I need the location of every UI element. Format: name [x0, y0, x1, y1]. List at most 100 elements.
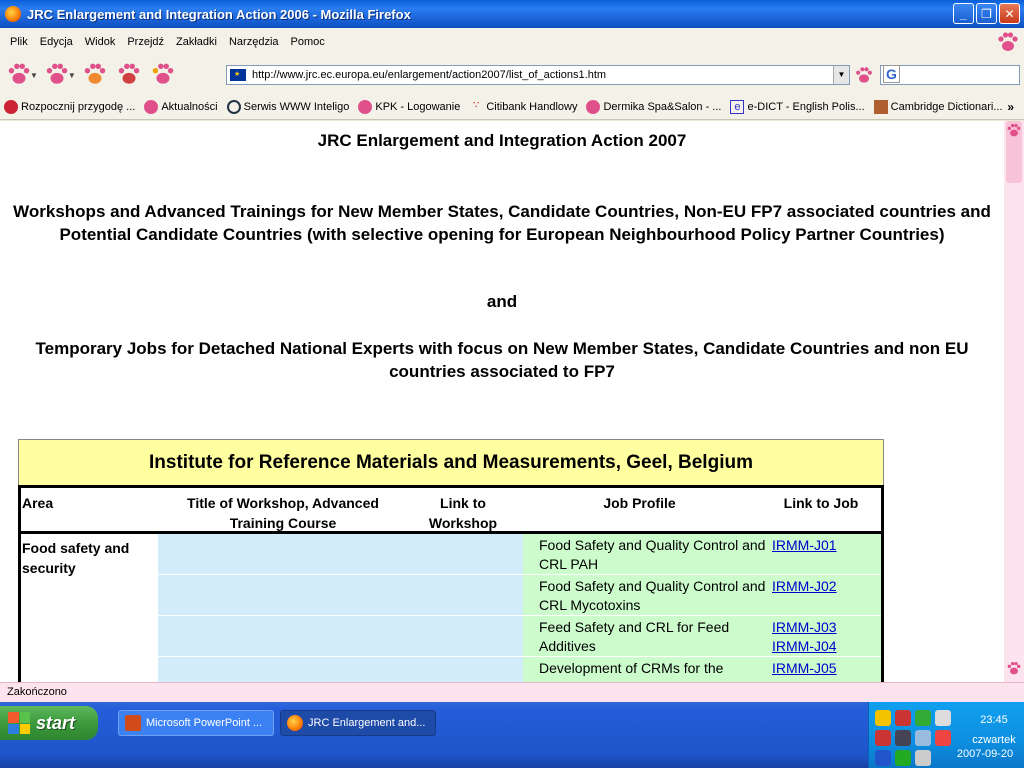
job-link-cell: IRMM-J02 — [766, 575, 881, 616]
bookmark-dots-icon: ∵ — [473, 99, 480, 111]
window-title-bar: JRC Enlargement and Integration Action 2… — [0, 0, 1024, 28]
start-button[interactable]: start — [0, 706, 98, 740]
stop-paw-icon — [118, 63, 140, 84]
area-cell: Food safety and security — [22, 540, 130, 576]
forward-dropdown-icon[interactable]: ▼ — [68, 71, 76, 80]
area-spacer — [21, 657, 158, 682]
bookmark-item[interactable]: Dermika Spa&Salon - ... — [586, 99, 722, 114]
start-label: start — [36, 712, 76, 733]
job-link-cell: IRMM-J05 — [766, 657, 881, 682]
reload-paw-icon — [84, 63, 106, 84]
taskbar: start Microsoft PowerPoint ... JRC Enlar… — [0, 702, 1024, 768]
bookmark-item[interactable]: Serwis WWW Inteligo — [226, 99, 349, 114]
job-link[interactable]: IRMM-J05 — [772, 659, 881, 678]
menu-help[interactable]: Pomoc — [285, 36, 331, 48]
job-profile-cell: Development of CRMs for the — [523, 657, 766, 682]
close-button[interactable]: ✕ — [999, 3, 1020, 24]
clock-time: 23:45 — [980, 714, 1008, 726]
taskbar-item-firefox[interactable]: JRC Enlargement and... — [280, 710, 436, 736]
job-link[interactable]: IRMM-J04 — [772, 637, 881, 656]
bookmark-item[interactable]: Aktualności — [144, 99, 218, 114]
google-icon: G — [883, 65, 900, 83]
search-input[interactable]: G — [880, 65, 1020, 85]
bookmark-label: Dermika Spa&Salon - ... — [603, 100, 722, 113]
menu-view[interactable]: Widok — [79, 36, 122, 48]
tray-display-icon[interactable] — [915, 730, 931, 746]
bookmark-item[interactable]: ∵ Citibank Handlowy — [469, 100, 577, 114]
workshop-cell — [158, 616, 523, 657]
bookmark-item[interactable]: e e-DICT - English Polis... — [730, 99, 865, 114]
bookmark-crest-icon — [873, 99, 888, 114]
bookmark-item[interactable]: Cambridge Dictionari... — [873, 99, 1003, 114]
job-link-cell: IRMM-J01 — [766, 534, 881, 575]
task-label: JRC Enlargement and... — [308, 717, 426, 729]
workshop-cell — [158, 575, 523, 616]
actions-grid: Area Title of Workshop, Advanced Trainin… — [18, 485, 884, 682]
institute-table: Institute for Reference Materials and Me… — [18, 439, 884, 682]
clock[interactable]: 23:45 czwartek — [969, 712, 1019, 749]
tray-volume-icon[interactable] — [935, 730, 951, 746]
go-button[interactable] — [854, 66, 874, 86]
bookmark-label: Aktualności — [161, 100, 218, 113]
job-link[interactable]: IRMM-J02 — [772, 577, 881, 596]
bookmark-item[interactable]: KPK - Logowanie — [358, 99, 461, 114]
eu-flag-icon — [230, 69, 246, 81]
menu-file[interactable]: Plik — [4, 36, 34, 48]
restore-button[interactable]: ❐ — [976, 3, 997, 24]
stop-button[interactable] — [114, 60, 144, 90]
system-tray: 23:45 czwartek 2007-09-20 — [868, 702, 1024, 768]
job-profile-cell: Food Safety and Quality Control and CRL … — [523, 534, 766, 575]
bookmark-label: KPK - Logowanie — [375, 100, 461, 113]
tray-update-icon[interactable] — [895, 750, 911, 766]
bookmark-label: Cambridge Dictionari... — [890, 100, 1003, 113]
tray-network-icon[interactable] — [935, 710, 951, 726]
menu-bar: Plik Edycja Widok Przejdź Zakładki Narzę… — [0, 28, 1024, 56]
tray-wifi-icon[interactable] — [915, 750, 931, 766]
table-row: Food Safety and Quality Control and CRL … — [21, 575, 881, 616]
page-subheading-workshops: Workshops and Advanced Trainings for New… — [13, 202, 991, 244]
bookmark-label: Citibank Handlowy — [486, 100, 578, 113]
bookmarks-overflow-button[interactable]: » — [1007, 100, 1014, 114]
window-controls: _ ❐ ✕ — [953, 3, 1020, 24]
address-dropdown-icon[interactable]: ▼ — [833, 66, 849, 84]
col-title: Title of Workshop, Advanced Training Cou… — [187, 495, 379, 531]
menu-go[interactable]: Przejdź — [121, 36, 170, 48]
task-label: Microsoft PowerPoint ... — [146, 717, 263, 729]
menu-bookmarks[interactable]: Zakładki — [170, 36, 223, 48]
bookmark-globe-icon — [226, 99, 241, 114]
reload-button[interactable] — [80, 60, 110, 90]
bookmark-e-icon: e — [730, 99, 745, 114]
firefox-icon — [5, 6, 21, 22]
back-dropdown-icon[interactable]: ▼ — [30, 71, 38, 80]
job-link[interactable]: IRMM-J01 — [772, 536, 881, 555]
scroll-up-paw-icon[interactable] — [1006, 123, 1022, 139]
tray-messenger-icon[interactable] — [875, 710, 891, 726]
scroll-down-paw-icon[interactable] — [1006, 661, 1022, 677]
bookmark-item[interactable]: Rozpocznij przygodę ... — [4, 99, 136, 114]
taskbar-item-powerpoint[interactable]: Microsoft PowerPoint ... — [118, 710, 274, 736]
minimize-button[interactable]: _ — [953, 3, 974, 24]
vertical-scrollbar[interactable] — [1004, 121, 1024, 682]
bookmark-paw-icon — [144, 99, 159, 114]
clock-date: 2007-09-20 — [956, 748, 1014, 760]
window-title: JRC Enlargement and Integration Action 2… — [27, 6, 411, 22]
col-link-job: Link to Job — [783, 495, 859, 511]
home-button[interactable] — [148, 60, 178, 90]
tray-antivirus-icon[interactable] — [895, 710, 911, 726]
tray-shield-icon[interactable] — [915, 710, 931, 726]
bookmark-paw-icon — [358, 99, 373, 114]
menu-tools[interactable]: Narzędzia — [223, 36, 285, 48]
menu-edit[interactable]: Edycja — [34, 36, 79, 48]
tray-icons — [875, 710, 951, 766]
address-bar[interactable]: http://www.jrc.ec.europa.eu/enlargement/… — [226, 65, 850, 85]
tray-printer-icon[interactable] — [895, 730, 911, 746]
job-link[interactable]: IRMM-J03 — [772, 618, 881, 637]
page-content: JRC Enlargement and Integration Action 2… — [0, 121, 1004, 682]
tray-bluetooth-icon[interactable] — [875, 750, 891, 766]
col-job-profile: Job Profile — [603, 495, 676, 511]
table-row: Feed Safety and CRL for Feed Additives I… — [21, 616, 881, 657]
col-area: Area — [22, 495, 54, 511]
tray-security-icon[interactable] — [875, 730, 891, 746]
back-paw-icon — [8, 63, 30, 84]
bookmark-label: Rozpocznij przygodę ... — [21, 100, 136, 113]
